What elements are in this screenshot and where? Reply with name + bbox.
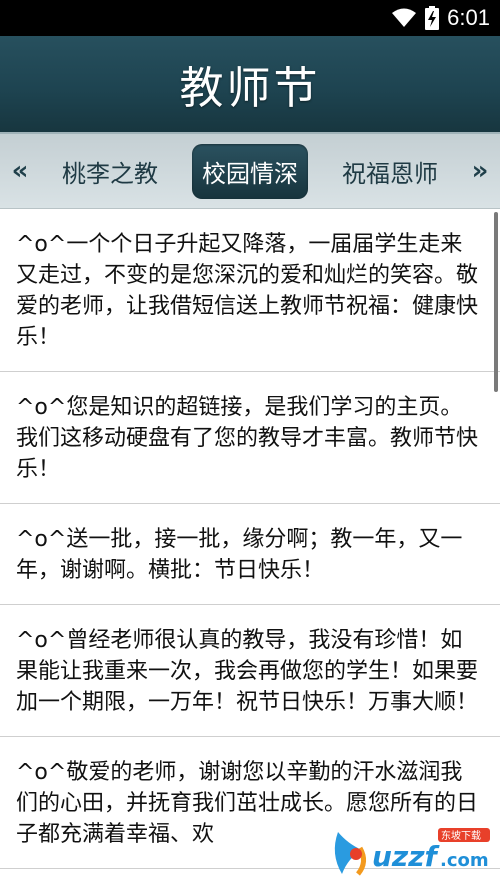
status-bar: 6:01 — [0, 0, 500, 36]
tab-label: 桃李之教 — [62, 159, 158, 188]
app-screen: 6:01 教师节 « 桃李之教 校园情深 祝福恩师 » ^o^一个个日子升起又降… — [0, 0, 500, 890]
page-title: 教师节 — [179, 63, 321, 114]
list-item[interactable]: ^o^曾经老师很认真的教导，我没有珍惜！如果能让我重来一次，我会再做您的学生！如… — [0, 605, 500, 737]
message-text: ^o^曾经老师很认真的教导，我没有珍惜！如果能让我重来一次，我会再做您的学生！如… — [16, 628, 479, 715]
list-item[interactable]: ^o^一个个日子升起又降落，一届届学生走来又走过，不变的是您深沉的爱和灿烂的笑容… — [0, 209, 500, 372]
svg-text:.com: .com — [440, 850, 489, 871]
watermark-logo: uzzf .com 东坡下载 — [328, 824, 494, 884]
tab-label: 校园情深 — [192, 143, 308, 199]
chevron-left-icon[interactable]: « — [0, 134, 40, 208]
message-text: ^o^您是知识的超链接，是我们学习的主页。我们这移动硬盘有了您的教导才丰富。教师… — [16, 395, 479, 482]
svg-text:东坡下载: 东坡下载 — [441, 829, 481, 842]
message-text: ^o^送一批，接一批，缘分啊；教一年，又一年，谢谢啊。横批：节日快乐！ — [16, 527, 463, 583]
tab-zhufu-enshi[interactable]: 祝福恩师 — [320, 134, 460, 208]
scrollbar[interactable] — [494, 212, 498, 392]
title-bar: 教师节 — [0, 36, 500, 132]
svg-text:uzzf: uzzf — [372, 840, 441, 873]
wifi-icon — [391, 8, 417, 28]
message-list[interactable]: ^o^一个个日子升起又降落，一届届学生走来又走过，不变的是您深沉的爱和灿烂的笑容… — [0, 208, 500, 890]
clock: 6:01 — [447, 5, 490, 30]
tab-taoli-zhi-jiao[interactable]: 桃李之教 — [40, 134, 180, 208]
tab-xiaoyuan-qingshen[interactable]: 校园情深 — [180, 134, 320, 208]
list-item[interactable]: ^o^您是知识的超链接，是我们学习的主页。我们这移动硬盘有了您的教导才丰富。教师… — [0, 372, 500, 504]
message-text: ^o^一个个日子升起又降落，一届届学生走来又走过，不变的是您深沉的爱和灿烂的笑容… — [16, 232, 479, 350]
tab-label: 祝福恩师 — [342, 159, 438, 188]
chevron-right-icon[interactable]: » — [460, 134, 500, 208]
list-item[interactable]: ^o^送一批，接一批，缘分啊；教一年，又一年，谢谢啊。横批：节日快乐！ — [0, 504, 500, 605]
battery-charging-icon — [425, 6, 440, 30]
category-tab-bar: « 桃李之教 校园情深 祝福恩师 » — [0, 132, 500, 208]
